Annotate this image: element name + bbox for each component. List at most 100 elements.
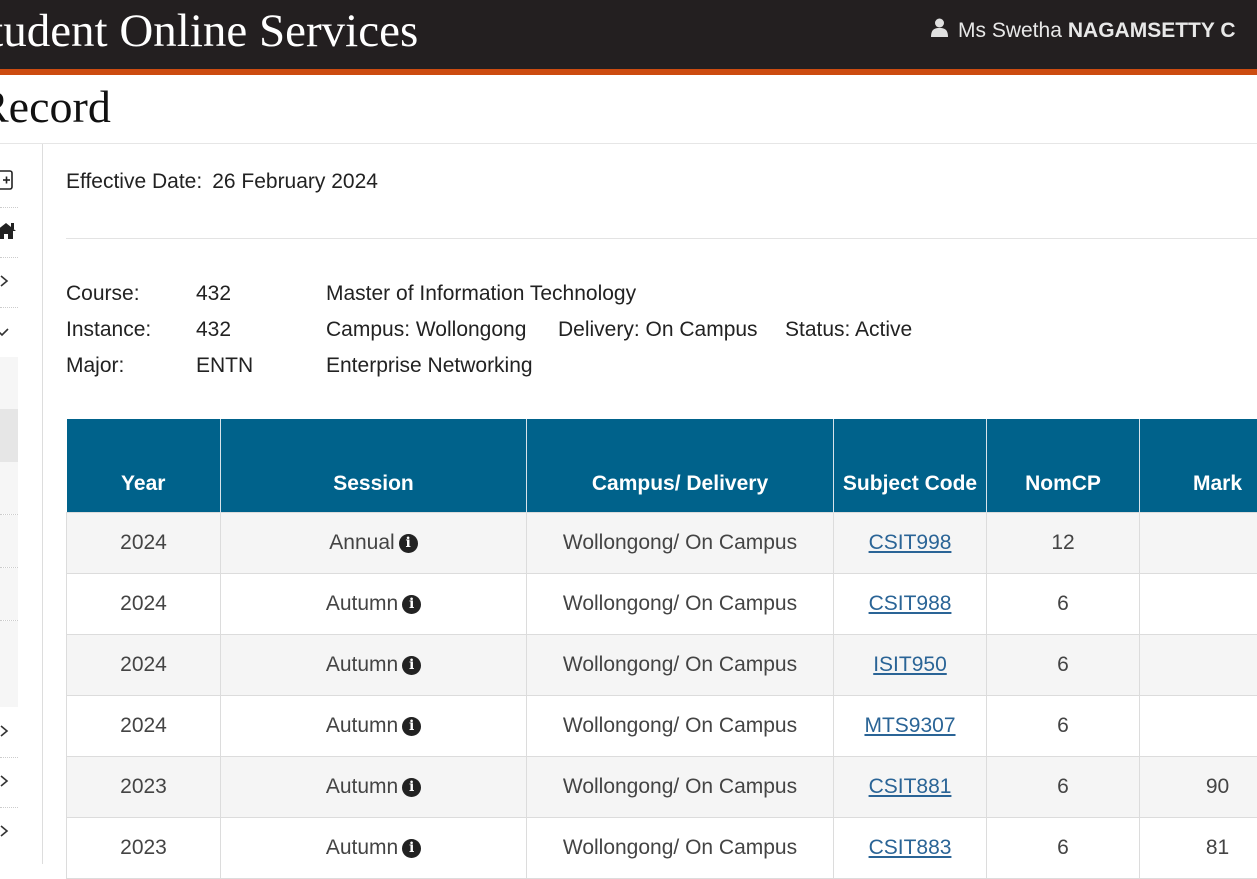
academic-record-table: Year Session Campus/ Delivery Subject Co… <box>66 419 1257 879</box>
subject-code-cell: MTS9307 <box>834 696 987 757</box>
subject-code-link[interactable]: CSIT883 <box>869 836 952 859</box>
session-cell: Annuali <box>221 513 527 574</box>
divider <box>0 307 18 308</box>
mark-cell <box>1140 513 1257 574</box>
course-label: Course: <box>66 282 140 306</box>
column-header-nomcp[interactable]: NomCP <box>987 419 1140 513</box>
campus-delivery-cell: Wollongong/ On Campus <box>527 696 834 757</box>
chevron-right-icon[interactable] <box>0 772 20 790</box>
year-cell: 2023 <box>67 757 221 818</box>
info-icon[interactable]: i <box>402 778 421 797</box>
column-header-year[interactable]: Year <box>67 419 221 513</box>
chevron-right-icon[interactable] <box>0 822 20 840</box>
home-icon[interactable] <box>0 221 20 241</box>
table-row: 2023 Autumni Wollongong/ On Campus CSIT8… <box>67 818 1257 879</box>
divider <box>0 807 18 808</box>
major-label: Major: <box>66 354 124 378</box>
user-salutation: Ms Swetha <box>958 19 1062 43</box>
instance-code: 432 <box>196 318 231 342</box>
subject-code-link[interactable]: CSIT988 <box>869 592 952 615</box>
sidebar-subitem[interactable] <box>0 515 18 567</box>
info-icon[interactable]: i <box>402 656 421 675</box>
effective-date-label: Effective Date: <box>66 170 202 193</box>
effective-date: Effective Date: 26 February 2024 <box>66 170 378 194</box>
info-icon[interactable]: i <box>399 534 418 553</box>
major-code: ENTN <box>196 354 253 378</box>
campus-delivery-cell: Wollongong/ On Campus <box>527 818 834 879</box>
sidebar-subitem[interactable] <box>0 357 18 409</box>
chevron-right-icon[interactable] <box>0 272 20 290</box>
session-text: Autumn <box>326 653 398 676</box>
year-cell: 2024 <box>67 696 221 757</box>
session-cell: Autumni <box>221 757 527 818</box>
sidebar-subitem[interactable] <box>0 568 18 620</box>
sidebar-subitem[interactable] <box>0 621 18 707</box>
info-icon[interactable]: i <box>402 717 421 736</box>
session-text: Autumn <box>326 714 398 737</box>
subject-code-cell: CSIT883 <box>834 818 987 879</box>
subject-code-link[interactable]: CSIT881 <box>869 775 952 798</box>
nomcp-cell: 12 <box>987 513 1140 574</box>
subject-code-cell: ISIT950 <box>834 635 987 696</box>
chevron-down-icon[interactable] <box>0 322 20 340</box>
divider <box>66 238 1257 239</box>
user-menu[interactable]: Ms Swetha NAGAMSETTY C <box>931 18 1236 43</box>
top-header: Student Online Services Ms Swetha NAGAMS… <box>0 0 1257 75</box>
mark-cell <box>1140 696 1257 757</box>
mark-cell: 90 <box>1140 757 1257 818</box>
campus-info: Campus: Wollongong <box>326 318 526 342</box>
table-row: 2024 Annuali Wollongong/ On Campus CSIT9… <box>67 513 1257 574</box>
mark-cell: 81 <box>1140 818 1257 879</box>
course-code: 432 <box>196 282 231 306</box>
column-header-mark[interactable]: Mark <box>1140 419 1257 513</box>
column-header-subject-code[interactable]: Subject Code <box>834 419 987 513</box>
subject-code-link[interactable]: CSIT998 <box>869 531 952 554</box>
chevron-right-icon[interactable] <box>0 722 20 740</box>
campus-delivery-cell: Wollongong/ On Campus <box>527 574 834 635</box>
session-text: Autumn <box>326 836 398 859</box>
table-row: 2024 Autumni Wollongong/ On Campus CSIT9… <box>67 574 1257 635</box>
sidebar <box>0 144 43 864</box>
year-cell: 2024 <box>67 635 221 696</box>
table-row: 2024 Autumni Wollongong/ On Campus ISIT9… <box>67 635 1257 696</box>
subject-code-cell: CSIT998 <box>834 513 987 574</box>
nomcp-cell: 6 <box>987 757 1140 818</box>
effective-date-value: 26 February 2024 <box>212 170 378 193</box>
nomcp-cell: 6 <box>987 818 1140 879</box>
subject-code-link[interactable]: ISIT950 <box>873 653 947 676</box>
page-title: Record <box>0 80 111 133</box>
session-cell: Autumni <box>221 818 527 879</box>
subject-code-cell: CSIT881 <box>834 757 987 818</box>
nomcp-cell: 6 <box>987 574 1140 635</box>
column-header-campus-delivery[interactable]: Campus/ Delivery <box>527 419 834 513</box>
table-header-row: Year Session Campus/ Delivery Subject Co… <box>67 419 1257 513</box>
mark-cell <box>1140 574 1257 635</box>
sidebar-subitem[interactable] <box>0 462 18 514</box>
table-row: 2023 Autumni Wollongong/ On Campus CSIT8… <box>67 757 1257 818</box>
nomcp-cell: 6 <box>987 696 1140 757</box>
user-surname: NAGAMSETTY C <box>1068 19 1236 43</box>
divider <box>0 143 1257 144</box>
info-icon[interactable]: i <box>402 595 421 614</box>
table-row: 2024 Autumni Wollongong/ On Campus MTS93… <box>67 696 1257 757</box>
sidebar-subitem-active[interactable] <box>0 409 18 462</box>
app-title: Student Online Services <box>0 4 418 58</box>
column-header-session[interactable]: Session <box>221 419 527 513</box>
major-name: Enterprise Networking <box>326 354 533 378</box>
nomcp-cell: 6 <box>987 635 1140 696</box>
session-cell: Autumni <box>221 696 527 757</box>
divider <box>0 257 18 258</box>
course-name: Master of Information Technology <box>326 282 636 306</box>
session-text: Annual <box>329 531 394 554</box>
expand-icon[interactable] <box>0 170 20 190</box>
session-text: Autumn <box>326 592 398 615</box>
mark-cell <box>1140 635 1257 696</box>
status-info: Status: Active <box>785 318 912 342</box>
campus-delivery-cell: Wollongong/ On Campus <box>527 757 834 818</box>
subject-code-link[interactable]: MTS9307 <box>864 714 955 737</box>
session-text: Autumn <box>326 775 398 798</box>
subject-code-cell: CSIT988 <box>834 574 987 635</box>
info-icon[interactable]: i <box>402 839 421 858</box>
campus-delivery-cell: Wollongong/ On Campus <box>527 635 834 696</box>
session-cell: Autumni <box>221 574 527 635</box>
